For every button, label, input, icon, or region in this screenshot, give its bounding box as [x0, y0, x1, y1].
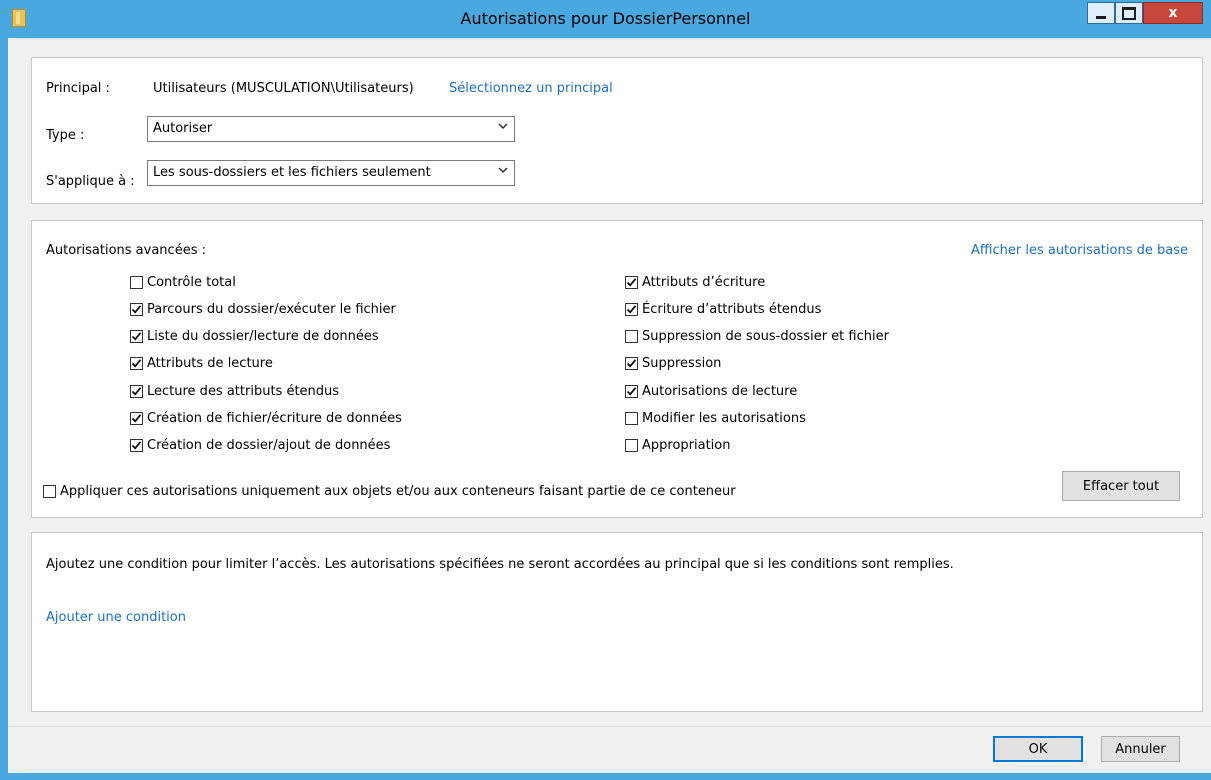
apply-only-label: Appliquer ces autorisations uniquement a… [60, 483, 736, 499]
permission-checkbox[interactable] [130, 275, 143, 289]
permission-label: Suppression [642, 356, 722, 372]
permission-checkbox[interactable] [625, 384, 638, 398]
permission-checkbox[interactable] [625, 412, 638, 425]
condition-panel: Ajoutez une condition pour limiter l’acc… [31, 532, 1203, 712]
permission-checkbox[interactable] [130, 302, 143, 316]
advanced-permissions-panel: Autorisations avancées : Afficher les au… [31, 220, 1203, 518]
applies-select[interactable]: Les sous-dossiers et les fichiers seulem… [147, 160, 515, 186]
permission-checkbox[interactable] [625, 275, 638, 289]
type-label: Type : [46, 128, 85, 143]
permission-label: Parcours du dossier/exécuter le fichier [147, 301, 396, 317]
permission-label: Écriture d’attributs étendus [642, 301, 822, 317]
permission-checkbox-row[interactable]: Suppression [625, 354, 721, 374]
permission-checkbox-row[interactable]: Contrôle total [130, 272, 236, 292]
dialog-body: Principal : Utilisateurs (MUSCULATION\Ut… [8, 38, 1211, 773]
select-principal-link[interactable]: Sélectionnez un principal [449, 81, 613, 96]
show-basic-permissions-link[interactable]: Afficher les autorisations de base [971, 243, 1188, 258]
permission-checkbox-row[interactable]: Autorisations de lecture [625, 381, 797, 401]
permission-label: Liste du dossier/lecture de données [147, 329, 379, 345]
permission-label: Autorisations de lecture [642, 383, 798, 399]
permission-checkbox[interactable] [130, 330, 143, 344]
chevron-down-icon [498, 123, 508, 130]
permission-checkbox[interactable] [625, 302, 638, 316]
apply-only-checkbox-row[interactable]: Appliquer ces autorisations uniquement a… [43, 481, 736, 501]
advanced-heading: Autorisations avancées : [46, 243, 206, 258]
permission-checkbox-row[interactable]: Parcours du dossier/exécuter le fichier [130, 299, 396, 319]
type-select[interactable]: Autoriser [147, 116, 515, 142]
principal-panel: Principal : Utilisateurs (MUSCULATION\Ut… [31, 57, 1203, 204]
permission-label: Attributs d’écriture [642, 274, 766, 290]
permission-checkbox[interactable] [130, 439, 143, 453]
chevron-down-icon [498, 167, 508, 174]
permission-checkbox-row[interactable]: Appropriation [625, 436, 731, 456]
close-icon: x [1168, 5, 1178, 21]
principal-value: Utilisateurs (MUSCULATION\Utilisateurs) [153, 81, 414, 96]
minimize-button[interactable] [1087, 2, 1115, 24]
permission-label: Lecture des attributs étendus [147, 383, 340, 399]
apply-only-checkbox[interactable] [43, 484, 56, 498]
permission-checkbox[interactable] [130, 357, 143, 371]
ok-button[interactable]: OK [993, 736, 1083, 762]
permission-label: Suppression de sous-dossier et fichier [642, 329, 889, 345]
minimize-icon [1096, 15, 1106, 19]
permission-label: Modifier les autorisations [642, 411, 806, 426]
permission-checkbox[interactable] [130, 412, 143, 425]
permission-checkbox-row[interactable]: Écriture d’attributs étendus [625, 299, 821, 319]
permission-checkbox-row[interactable]: Création de fichier/écriture de données [130, 409, 402, 429]
permission-checkbox[interactable] [130, 384, 143, 398]
footer-bar: OK Annuler [8, 726, 1211, 773]
condition-description: Ajoutez une condition pour limiter l’acc… [46, 557, 954, 572]
permission-label: Contrôle total [147, 274, 236, 290]
permission-label: Création de dossier/ajout de données [147, 438, 391, 454]
permission-checkbox[interactable] [625, 439, 638, 453]
permission-checkbox-row[interactable]: Lecture des attributs étendus [130, 381, 339, 401]
permission-checkbox-row[interactable]: Attributs de lecture [130, 354, 273, 374]
permission-checkbox-row[interactable]: Suppression de sous-dossier et fichier [625, 327, 889, 347]
principal-label: Principal : [46, 81, 110, 96]
permission-checkbox[interactable] [625, 357, 638, 371]
permission-checkbox-row[interactable]: Modifier les autorisations [625, 409, 806, 429]
permission-label: Appropriation [642, 438, 731, 454]
permission-label: Attributs de lecture [147, 356, 273, 372]
permission-checkbox[interactable] [625, 330, 638, 344]
permission-checkbox-row[interactable]: Création de dossier/ajout de données [130, 436, 390, 456]
maximize-icon [1122, 6, 1136, 20]
permission-checkbox-row[interactable]: Liste du dossier/lecture de données [130, 327, 379, 347]
maximize-button[interactable] [1115, 2, 1143, 24]
title-bar: Autorisations pour DossierPersonnel x [0, 0, 1211, 38]
permission-label: Création de fichier/écriture de données [147, 411, 402, 426]
applies-label: S'applique à : [46, 174, 135, 189]
cancel-button[interactable]: Annuler [1101, 736, 1180, 762]
permission-checkbox-row[interactable]: Attributs d’écriture [625, 272, 765, 292]
window-title: Autorisations pour DossierPersonnel [460, 9, 751, 28]
add-condition-link[interactable]: Ajouter une condition [46, 610, 186, 625]
close-button[interactable]: x [1143, 2, 1203, 24]
type-select-value: Autoriser [153, 121, 213, 136]
applies-select-value: Les sous-dossiers et les fichiers seulem… [153, 165, 431, 180]
clear-all-button[interactable]: Effacer tout [1062, 471, 1180, 501]
